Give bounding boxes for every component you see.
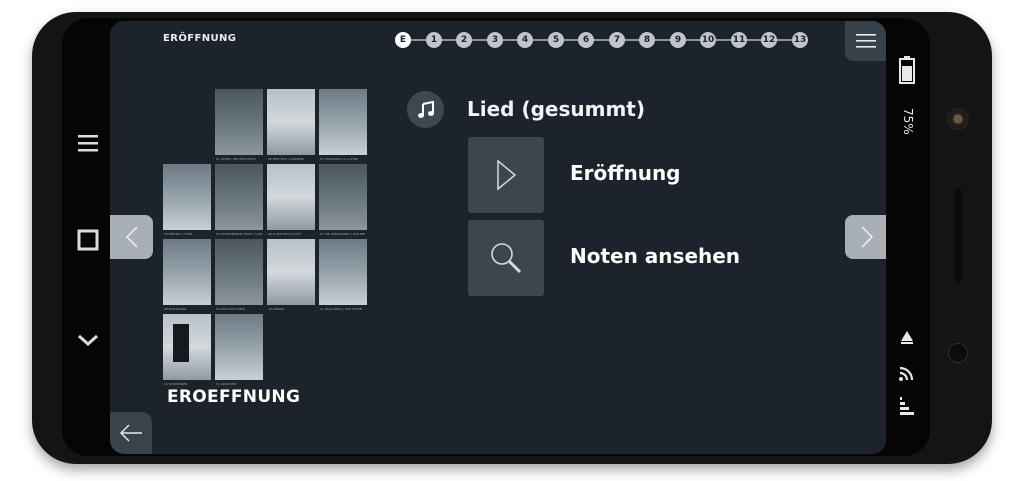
recent-apps-icon[interactable] bbox=[70, 125, 106, 161]
menu-button[interactable] bbox=[845, 21, 886, 61]
step-13[interactable]: 13 bbox=[792, 32, 808, 48]
play-icon bbox=[497, 159, 517, 191]
thumbnail-caption: 10 WEISSE bbox=[268, 307, 285, 311]
status-bar: 75% bbox=[893, 56, 921, 436]
thumbnail-caption: 03 TERRAZZO LA LATTRE bbox=[320, 157, 358, 161]
thumbnail[interactable]: 07 DIE GEBAUENEN | TRÄUME bbox=[319, 164, 367, 236]
thumbnail[interactable]: 01 LATEN | REITERSTÄDTE bbox=[215, 89, 263, 161]
thumbnail[interactable]: 09 BRÜCKEN STEIG bbox=[215, 239, 263, 311]
thumbnail-caption: 01 LATEN | REITERSTÄDTE bbox=[216, 157, 256, 161]
signal-icon bbox=[900, 397, 914, 415]
door-shape bbox=[173, 324, 189, 362]
thumbnail-caption: 12 SCHWEIGEN bbox=[164, 382, 188, 386]
front-camera bbox=[947, 108, 969, 130]
thumbnail-caption: 04 BIERNTS | FÜSS bbox=[164, 232, 193, 236]
earpiece-speaker bbox=[954, 188, 962, 283]
wifi-icon bbox=[899, 366, 914, 381]
step-7[interactable]: 7 bbox=[609, 32, 625, 48]
step-5[interactable]: 5 bbox=[548, 32, 564, 48]
thumbnail[interactable]: 13 ABSCHIED bbox=[215, 314, 263, 386]
step-9[interactable]: 9 bbox=[670, 32, 686, 48]
step-3[interactable]: 3 bbox=[487, 32, 503, 48]
play-button[interactable] bbox=[468, 137, 544, 213]
view-score-label[interactable]: Noten ansehen bbox=[570, 244, 740, 268]
step-10[interactable]: 10 bbox=[700, 32, 716, 48]
thumbnail[interactable]: 08 BURGBURG bbox=[163, 239, 211, 311]
thumbnail[interactable]: 05 SCHWEBENDE FROM | SCHRYBEN bbox=[215, 164, 263, 236]
battery-icon bbox=[899, 56, 915, 84]
back-button[interactable] bbox=[110, 412, 152, 454]
hamburger-icon bbox=[855, 34, 876, 48]
notification-icon bbox=[901, 331, 913, 344]
chevron-right-icon bbox=[860, 226, 873, 248]
thumbnail[interactable]: 06 SCHATTEN | FLUGT bbox=[267, 164, 315, 236]
next-button[interactable] bbox=[845, 215, 886, 259]
back-chevron-icon[interactable] bbox=[70, 322, 106, 358]
page-title: ERÖFFNUNG bbox=[163, 33, 237, 44]
thumbnail[interactable]: 02 DEUTSCH | MARIENE bbox=[267, 89, 315, 161]
thumbnail[interactable]: 10 WEISSE bbox=[267, 239, 315, 311]
step-4[interactable]: 4 bbox=[517, 32, 533, 48]
chevron-left-icon bbox=[125, 226, 138, 248]
view-score-button[interactable] bbox=[468, 220, 544, 296]
thumbnail-caption: 09 BRÜCKEN STEIG bbox=[216, 307, 246, 311]
step-8[interactable]: 8 bbox=[639, 32, 655, 48]
step-1[interactable]: 1 bbox=[426, 32, 442, 48]
thumbnail[interactable]: 04 BIERNTS | FÜSS bbox=[163, 164, 211, 236]
music-note-icon bbox=[407, 91, 444, 128]
app-screen: ERÖFFNUNG E 1 2 3 4 5 6 7 8 9 10 11 12 1… bbox=[110, 21, 886, 454]
thumbnail-caption: 05 SCHWEBENDE FROM | SCHRYBEN bbox=[216, 232, 262, 236]
step-12[interactable]: 12 bbox=[761, 32, 777, 48]
step-navigation: E 1 2 3 4 5 6 7 8 9 10 11 12 13 bbox=[393, 30, 813, 50]
thumbnail-caption: 06 SCHATTEN | FLUGT bbox=[268, 232, 302, 236]
home-square-icon[interactable] bbox=[70, 222, 106, 258]
step-11[interactable]: 11 bbox=[731, 32, 747, 48]
proximity-sensor bbox=[948, 343, 968, 363]
thumbnail-caption: 11 ERLAUBNIS | DES TOTEN bbox=[320, 307, 362, 311]
thumbnail-caption: 08 BURGBURG bbox=[164, 307, 187, 311]
song-title: Lied (gesummt) bbox=[467, 97, 645, 121]
thumbnail[interactable]: 11 ERLAUBNIS | DES TOTEN bbox=[319, 239, 367, 311]
step-6[interactable]: 6 bbox=[578, 32, 594, 48]
gallery-label: EROEFFNUNG bbox=[167, 387, 301, 407]
step-e[interactable]: E bbox=[395, 32, 411, 48]
thumbnail-caption: 07 DIE GEBAUENEN | TRÄUME bbox=[320, 232, 366, 236]
android-nav-bar bbox=[70, 120, 106, 370]
play-label[interactable]: Eröffnung bbox=[570, 161, 681, 185]
previous-button[interactable] bbox=[110, 215, 153, 259]
step-2[interactable]: 2 bbox=[456, 32, 472, 48]
arrow-left-icon bbox=[119, 424, 142, 442]
thumbnail[interactable]: 03 TERRAZZO LA LATTRE bbox=[319, 89, 367, 161]
thumbnail-caption: 13 ABSCHIED bbox=[216, 382, 237, 386]
magnifier-icon bbox=[491, 243, 522, 274]
thumbnail-caption: 02 DEUTSCH | MARIENE bbox=[268, 157, 304, 161]
thumbnail[interactable]: 12 SCHWEIGEN bbox=[163, 314, 211, 386]
battery-level: 75% bbox=[901, 108, 915, 135]
